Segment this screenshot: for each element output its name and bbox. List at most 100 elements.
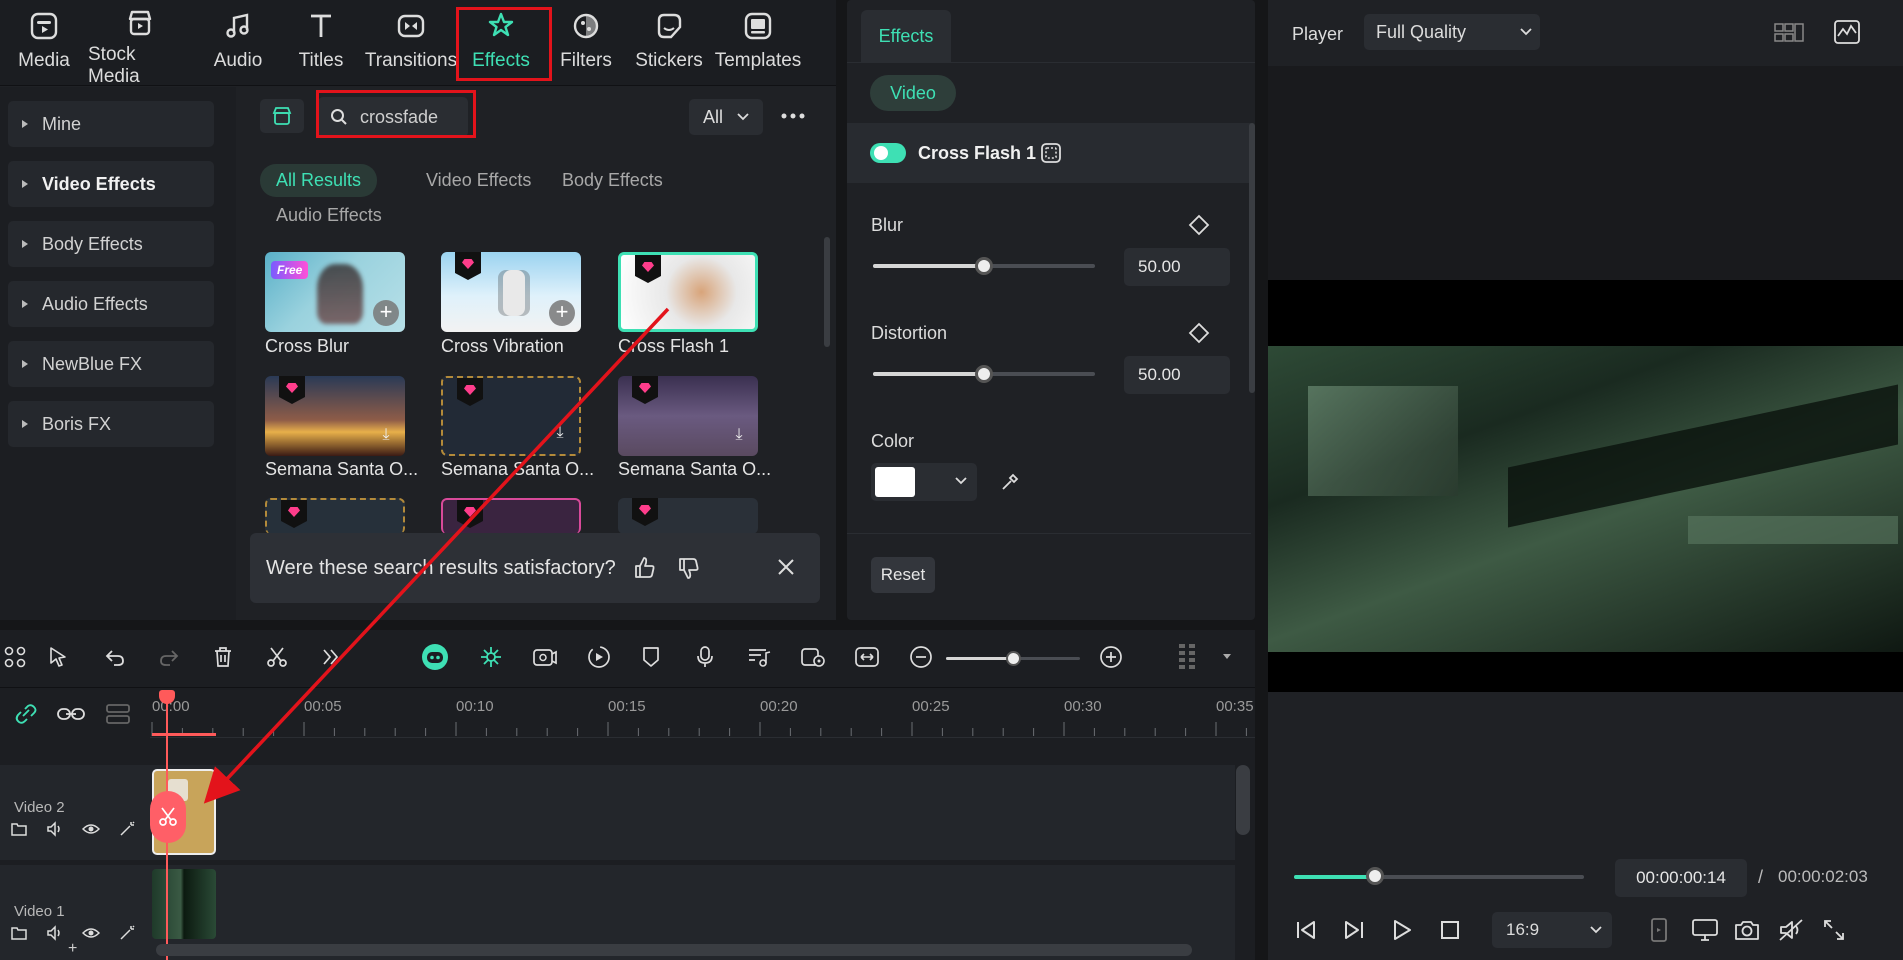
reset-button[interactable]: Reset [871, 557, 935, 593]
folder-icon[interactable] [10, 821, 28, 837]
speaker-icon[interactable] [46, 821, 64, 837]
distortion-slider-knob[interactable] [975, 365, 993, 383]
link-icon[interactable] [12, 702, 40, 726]
video-1-clip[interactable] [152, 869, 216, 939]
playback-progress-knob[interactable] [1366, 867, 1384, 885]
tab-audio-effects[interactable]: Audio Effects [260, 199, 398, 232]
previous-frame-icon[interactable] [1294, 918, 1318, 942]
thumbs-up-icon[interactable] [632, 555, 658, 581]
effect-thumbnail-row3-1[interactable] [265, 498, 405, 534]
zoom-in-icon[interactable] [1096, 642, 1126, 672]
props-scrollbar[interactable] [1249, 123, 1255, 393]
audio-stretch-icon[interactable] [744, 642, 774, 672]
effect-thumbnail-cross-blur[interactable]: Free + [265, 252, 405, 332]
stop-icon[interactable] [1438, 918, 1462, 942]
effect-thumbnail-semana-santa-3[interactable]: ⤓ [618, 376, 758, 456]
audio-mute-icon[interactable] [1778, 918, 1804, 942]
sidebar-item-body-effects[interactable]: Body Effects [8, 221, 214, 267]
display-monitor-icon[interactable] [1692, 918, 1718, 942]
add-plus-icon[interactable]: + [549, 300, 575, 326]
eye-icon[interactable] [82, 821, 100, 837]
timeline-horizontal-scrollbar[interactable] [156, 944, 1192, 956]
auto-highlight-icon[interactable] [476, 642, 506, 672]
add-plus-icon[interactable]: + [373, 300, 399, 326]
aspect-ratio-dropdown[interactable]: 16:9 [1492, 912, 1612, 948]
close-icon[interactable] [776, 557, 796, 577]
color-picker-dropdown[interactable] [871, 463, 977, 501]
eye-icon[interactable] [82, 925, 100, 941]
results-scrollbar[interactable] [824, 237, 830, 347]
snapshot-camera-icon[interactable] [1734, 918, 1760, 942]
distortion-value-field[interactable]: 50.00 [1124, 356, 1230, 394]
video-viewport[interactable] [1268, 66, 1903, 692]
effect-thumbnail-cross-vibration[interactable]: + [441, 252, 581, 332]
store-button[interactable] [260, 99, 304, 133]
nav-stickers[interactable]: Stickers [634, 8, 704, 80]
timeline-vertical-scrollbar[interactable] [1236, 765, 1250, 835]
ai-video-icon[interactable] [530, 642, 560, 672]
magic-wand-icon[interactable] [118, 821, 136, 837]
scopes-icon[interactable] [1834, 20, 1860, 44]
sidebar-item-boris-fx[interactable]: Boris FX [8, 401, 214, 447]
keyframe-diamond-icon[interactable] [1188, 322, 1210, 344]
nav-media[interactable]: Media [14, 8, 74, 80]
microphone-icon[interactable] [690, 642, 720, 672]
effect-thumbnail-row3-3[interactable] [618, 498, 758, 534]
fullscreen-icon[interactable] [1822, 918, 1846, 942]
filter-dropdown[interactable]: All [689, 99, 763, 135]
current-time-field[interactable]: 00:00:00:14 [1615, 859, 1747, 897]
toolbar-dropdown-icon[interactable] [1212, 642, 1242, 672]
sidebar-item-audio-effects[interactable]: Audio Effects [8, 281, 214, 327]
quality-dropdown[interactable]: Full Quality [1364, 14, 1540, 50]
nav-filters[interactable]: Filters [556, 8, 616, 80]
next-frame-icon[interactable] [1342, 918, 1366, 942]
tab-all-results[interactable]: All Results [260, 164, 378, 197]
effect-enable-toggle[interactable] [870, 143, 906, 163]
render-preview-icon[interactable] [584, 642, 614, 672]
download-icon[interactable]: ⤓ [375, 426, 397, 448]
play-icon[interactable] [1390, 918, 1414, 942]
effect-thumbnail-semana-santa-1[interactable]: ⤓ [265, 376, 405, 456]
shield-marker-icon[interactable] [636, 642, 666, 672]
download-icon[interactable]: ⤓ [549, 424, 571, 446]
undo-icon[interactable] [100, 642, 130, 672]
sidebar-item-video-effects[interactable]: Video Effects [8, 161, 214, 207]
nav-audio[interactable]: Audio [210, 8, 266, 80]
tab-video-effects[interactable]: Video Effects [410, 164, 547, 197]
magic-wand-icon[interactable] [118, 925, 136, 941]
nav-transitions[interactable]: Transitions [365, 8, 457, 80]
speaker-icon[interactable] [46, 925, 64, 941]
delete-trash-icon[interactable] [208, 642, 238, 672]
nav-stock-media[interactable]: Stock Media [88, 8, 192, 87]
split-playhead-button[interactable] [150, 791, 186, 843]
subtab-video[interactable]: Video [870, 75, 956, 111]
split-scissors-icon[interactable] [262, 642, 292, 672]
fit-width-icon[interactable] [852, 642, 882, 672]
eyedropper-icon[interactable] [1000, 472, 1020, 492]
sidebar-item-mine[interactable]: Mine [8, 101, 214, 147]
redo-icon[interactable] [154, 642, 184, 672]
timeline-zoom-knob[interactable] [1006, 651, 1021, 666]
effect-thumbnail-semana-santa-2[interactable]: ⤓ [441, 376, 581, 456]
zoom-out-icon[interactable] [906, 642, 936, 672]
keyframe-diamond-icon[interactable] [1188, 214, 1210, 236]
folder-icon[interactable] [10, 925, 28, 941]
layout-grid-icon[interactable] [1774, 22, 1804, 44]
more-options-button[interactable] [778, 101, 808, 131]
tab-effects[interactable]: Effects [861, 10, 951, 62]
drag-handle-icon[interactable] [1172, 642, 1202, 672]
sidebar-item-newblue-fx[interactable]: NewBlue FX [8, 341, 214, 387]
tab-body-effects[interactable]: Body Effects [546, 164, 679, 197]
grid-layout-icon[interactable] [0, 642, 30, 672]
blur-slider-knob[interactable] [975, 257, 993, 275]
ai-assistant-icon[interactable] [420, 642, 450, 672]
nav-titles[interactable]: Titles [294, 8, 348, 80]
effect-thumbnail-row3-2[interactable] [441, 498, 581, 534]
add-track-icon[interactable]: + [68, 940, 77, 958]
download-icon[interactable]: ⤓ [728, 426, 750, 448]
speed-ramp-icon[interactable] [798, 642, 828, 672]
link-clips-icon[interactable] [56, 702, 86, 726]
effect-thumbnail-cross-flash-1[interactable] [618, 252, 758, 332]
select-region-icon[interactable] [1040, 142, 1062, 164]
more-tools-chevron-icon[interactable] [316, 642, 346, 672]
